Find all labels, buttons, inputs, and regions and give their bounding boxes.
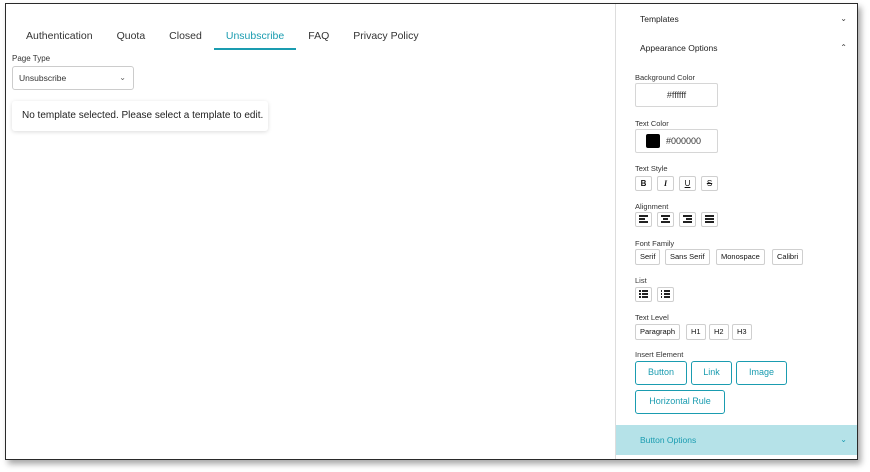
tab-quota[interactable]: Quota (105, 26, 158, 50)
templates-accordion-header[interactable]: Templates ⌄ (616, 4, 857, 34)
font-sans-serif-button[interactable]: Sans Serif (665, 249, 710, 265)
options-sidebar: Templates ⌄ Appearance Options ⌃ Backgro… (615, 4, 857, 459)
align-right-icon (683, 215, 692, 223)
editor-main: Authentication Quota Closed Unsubscribe … (6, 4, 615, 459)
align-justify-icon (705, 215, 714, 223)
page-type-value: Unsubscribe (19, 73, 67, 83)
strikethrough-button[interactable]: S (701, 176, 718, 191)
text-level-paragraph-button[interactable]: Paragraph (635, 324, 681, 340)
templates-header-label: Templates (640, 14, 679, 24)
tab-closed[interactable]: Closed (157, 26, 214, 50)
text-color-input[interactable]: #000000 (635, 129, 718, 153)
text-color-value: #000000 (666, 136, 702, 146)
no-template-notice: No template selected. Please select a te… (12, 101, 268, 131)
chevron-down-icon: ⌄ (840, 14, 847, 23)
background-color-value: #ffffff (666, 90, 687, 100)
tab-faq[interactable]: FAQ (296, 26, 341, 50)
insert-horizontal-rule-button[interactable]: Horizontal Rule (635, 390, 725, 414)
app-window: Authentication Quota Closed Unsubscribe … (5, 3, 858, 460)
insert-link-button[interactable]: Link (691, 361, 732, 385)
numbered-list-icon (661, 290, 670, 298)
font-monospace-button[interactable]: Monospace (716, 249, 765, 265)
chevron-down-icon: ⌄ (840, 435, 847, 444)
text-color-label: Text Color (635, 119, 669, 128)
page-type-label: Page Type (12, 54, 51, 63)
insert-element-label: Insert Element (635, 350, 684, 359)
align-center-icon (661, 215, 670, 223)
text-level-label: Text Level (635, 313, 669, 322)
insert-button-button[interactable]: Button (635, 361, 687, 385)
numbered-list-button[interactable] (657, 287, 674, 302)
text-level-h1-button[interactable]: H1 (686, 324, 706, 340)
underline-button[interactable]: U (679, 176, 696, 191)
background-color-label: Background Color (635, 73, 696, 82)
text-style-label: Text Style (635, 164, 668, 173)
italic-button[interactable]: I (657, 176, 674, 191)
align-justify-button[interactable] (701, 212, 718, 227)
font-serif-button[interactable]: Serif (635, 249, 661, 265)
tab-authentication[interactable]: Authentication (14, 26, 105, 50)
page-type-select[interactable]: Unsubscribe ⌄ (12, 66, 134, 90)
bold-button[interactable]: B (635, 176, 652, 191)
align-left-button[interactable] (635, 212, 652, 227)
text-level-h2-button[interactable]: H2 (709, 324, 729, 340)
font-family-label: Font Family (635, 239, 675, 248)
text-level-h3-button[interactable]: H3 (732, 324, 752, 340)
appearance-header-label: Appearance Options (640, 43, 718, 53)
insert-image-button[interactable]: Image (736, 361, 787, 385)
chevron-down-icon: ⌄ (119, 73, 126, 82)
tab-unsubscribe[interactable]: Unsubscribe (213, 26, 297, 50)
button-options-accordion-header[interactable]: Button Options ⌄ (616, 425, 857, 455)
bulleted-list-button[interactable] (635, 287, 652, 302)
alignment-label: Alignment (635, 202, 669, 211)
background-color-input[interactable]: #ffffff (635, 83, 718, 107)
page-tabs: Authentication Quota Closed Unsubscribe … (14, 26, 431, 50)
align-left-icon (639, 215, 648, 223)
chevron-up-icon: ⌃ (840, 43, 847, 52)
list-label: List (635, 276, 647, 285)
align-right-button[interactable] (679, 212, 696, 227)
tab-privacy-policy[interactable]: Privacy Policy (341, 26, 430, 50)
button-options-header-label: Button Options (640, 435, 697, 445)
appearance-accordion-header[interactable]: Appearance Options ⌃ (616, 33, 857, 63)
text-color-swatch[interactable] (646, 134, 660, 148)
bulleted-list-icon (639, 290, 648, 298)
align-center-button[interactable] (657, 212, 674, 227)
font-calibri-button[interactable]: Calibri (772, 249, 804, 265)
